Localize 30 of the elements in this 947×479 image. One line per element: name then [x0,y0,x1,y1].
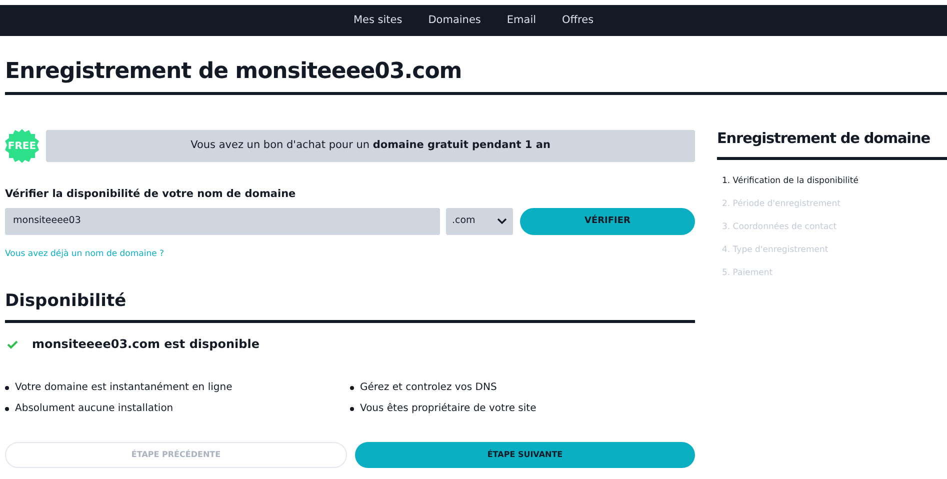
section-heading: Disponibilité [5,290,128,312]
bullet-icon [5,386,9,390]
chevron-down-icon [497,218,507,224]
step-item: 3. Coordonnées de contact [722,220,838,234]
free-badge-text: FREE [8,140,36,154]
extension-select[interactable]: .com [446,208,513,235]
field-label: Vérifier la disponibilité de votre nom de domaine [5,187,297,202]
verify-button[interactable]: VÉRIFIER [520,208,695,235]
nav-link[interactable]: Offres [562,12,594,28]
voucher-text: Vous avez un bon d'achat pour un domaine gratuit pendant 1 an [190,138,550,154]
step-item: 1. Vérification de la disponibilité [722,174,860,188]
step-item: 2. Période d'enregistrement [722,198,842,211]
nav-link[interactable]: Email [506,12,536,28]
bullet-icon [350,386,354,390]
bullet-icon [350,406,354,410]
sidebar-title: Enregistrement de domaine [717,130,931,149]
next-step-button[interactable]: ÉTAPE SUIVANTE [355,442,695,468]
nav-link[interactable]: Mes sites [353,12,402,28]
badge-icon [5,129,39,163]
bullet-icon [5,406,9,410]
feature-text: Absolument aucune installation [15,402,174,416]
step-item: 4. Type d'enregistrement [722,244,830,257]
nav-link[interactable]: Domaines [428,12,481,28]
feature-text: Vous êtes propriétaire de votre site [360,402,536,416]
feature-text: Gérez et controlez vos DNS [360,381,497,395]
domain-input[interactable]: monsiteeee03 [5,208,440,235]
feature-text: Votre domaine est instantanément en ligne [15,381,232,395]
step-item: 5. Paiement [722,266,774,280]
availability-result: monsiteeee03.com est disponible [32,336,260,353]
page-title: Enregistrement de monsiteeee03.com [5,58,463,86]
